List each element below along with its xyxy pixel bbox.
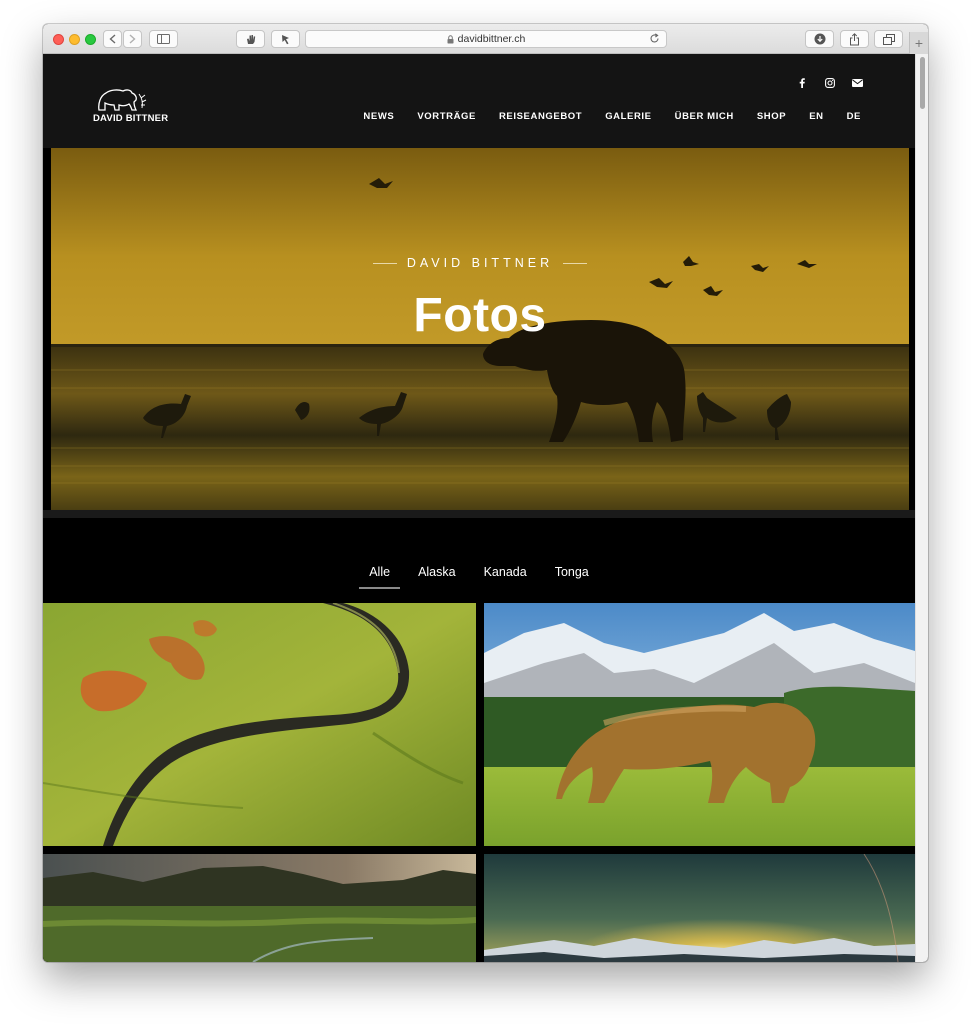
extension-button-2[interactable] [271,30,300,48]
url-text: davidbittner.ch [457,33,526,45]
instagram-icon [825,78,835,88]
tabs-overview-button[interactable] [874,30,903,48]
share-button[interactable] [840,30,869,48]
eyebrow-right-line [563,263,588,265]
lock-icon [447,34,454,43]
nav-ueber-mich[interactable]: ÜBER MICH [675,111,734,122]
extension-button-1[interactable] [236,30,265,48]
share-icon [850,32,859,45]
nav-vortraege[interactable]: VORTRÄGE [417,111,476,122]
chevron-left-icon [109,34,116,44]
instagram-link[interactable] [823,76,837,90]
valley-image [43,854,476,962]
forward-button[interactable] [123,30,142,48]
hero-eyebrow-text: DAVID BITTNER [406,256,554,270]
nav-lang-de[interactable]: DE [847,111,861,122]
fullscreen-window-button[interactable] [85,34,96,45]
gallery-photo-river-aerial[interactable] [43,603,476,846]
gallery-photo-mountain-sunrise[interactable] [484,854,915,962]
back-button[interactable] [103,30,122,48]
nav-news[interactable]: NEWS [363,111,394,122]
address-bar[interactable]: davidbittner.ch [305,30,667,48]
filter-tabs: Alle Alaska Kanada Tonga [43,565,915,589]
gallery-photo-grizzly-mountains[interactable] [484,603,915,846]
hand-icon [246,34,255,44]
site-logo[interactable]: DAVID BITTNER [93,86,177,126]
mail-link[interactable] [850,76,864,90]
filter-kanada[interactable]: Kanada [484,565,527,589]
downloads-button[interactable] [805,30,834,48]
tabs-icon [882,33,895,45]
river-aerial-image [43,603,476,846]
filter-alle[interactable]: Alle [359,565,400,589]
facebook-link[interactable] [795,76,809,90]
download-icon [814,33,825,45]
nav-lang-en[interactable]: EN [809,111,823,122]
browser-toolbar: davidbittner.ch + [43,24,928,54]
bear-logo-icon [98,89,147,111]
grizzly-image [484,603,915,846]
scrollbar-thumb[interactable] [920,57,925,109]
sidebar-button[interactable] [149,30,178,48]
filter-tonga[interactable]: Tonga [555,565,589,589]
gallery-photo-valley-sunset[interactable] [43,854,476,962]
sidebar-icon [157,34,170,44]
site-header: DAVID BITTNER NEWS VORTRÄGE REISEANGEBOT… [43,54,915,148]
sunrise-image [484,854,915,962]
nav-reiseangebot[interactable]: REISEANGEBOT [499,111,582,122]
browser-window: davidbittner.ch + DAVID BITTNER NEWS VOR… [43,24,928,962]
mail-icon [851,79,863,87]
filter-alaska[interactable]: Alaska [418,565,456,589]
facebook-icon [799,78,805,88]
page-scrollbar[interactable] [915,54,928,962]
gallery-filter-bar: Alle Alaska Kanada Tonga [43,518,915,602]
reload-icon[interactable] [649,33,660,44]
hero-divider [43,510,915,518]
nav-shop[interactable]: SHOP [757,111,786,122]
close-window-button[interactable] [53,34,64,45]
new-tab-button[interactable]: + [909,32,928,54]
web-page: DAVID BITTNER NEWS VORTRÄGE REISEANGEBOT… [43,54,915,962]
pointer-icon [281,34,289,44]
nav-galerie[interactable]: GALERIE [605,111,651,122]
minimize-window-button[interactable] [69,34,80,45]
hero-title: Fotos [413,289,547,342]
hero-eyebrow: DAVID BITTNER [51,256,909,270]
chevron-right-icon [129,34,136,44]
logo-wordmark: DAVID BITTNER [93,113,169,124]
main-nav: NEWS VORTRÄGE REISEANGEBOT GALERIE ÜBER … [340,111,861,122]
hero-banner: DAVID BITTNER Fotos [51,148,909,510]
eyebrow-left-line [372,263,397,265]
